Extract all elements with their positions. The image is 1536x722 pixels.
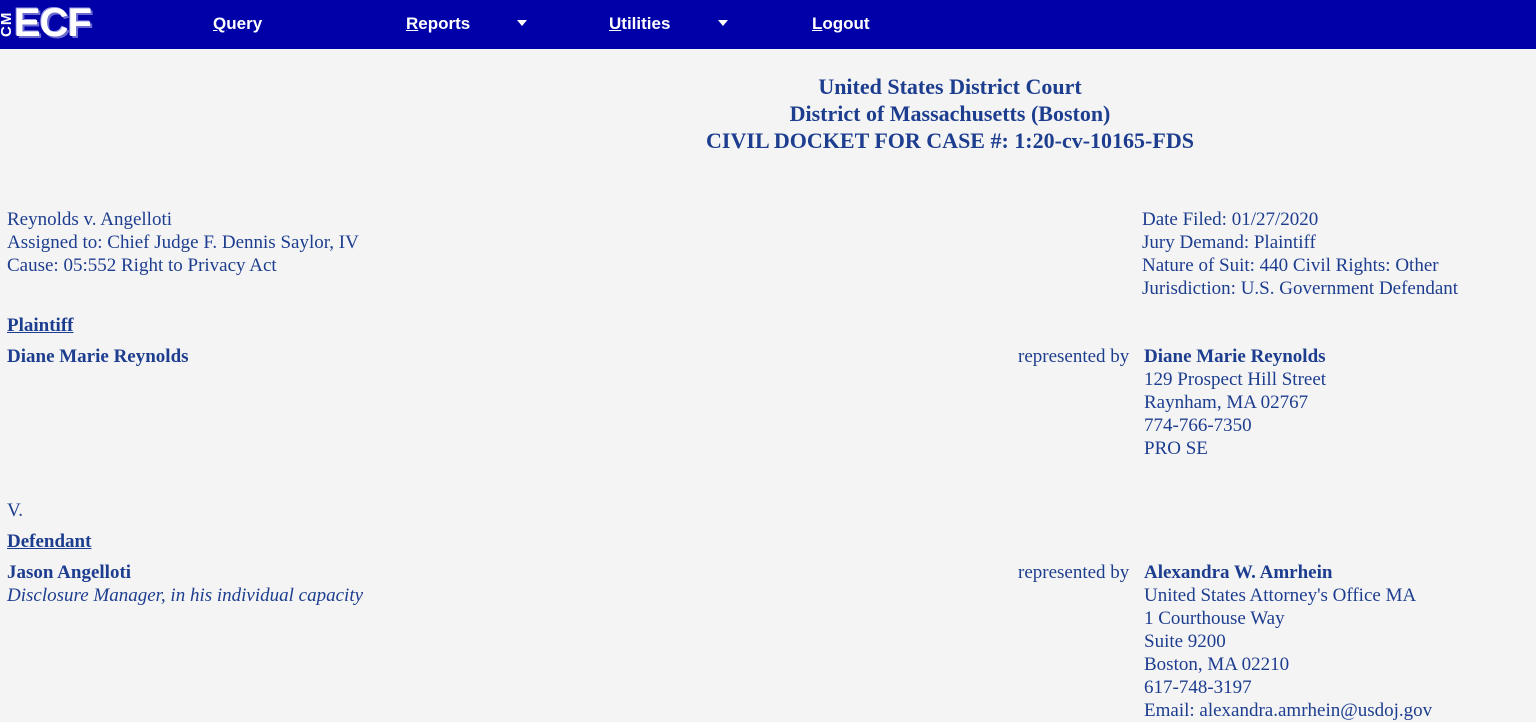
nav-reports-accesskey: R (406, 14, 419, 33)
plaintiff-name: Diane Marie Reynolds (7, 346, 189, 367)
defendant-counsel-office: United States Attorney's Office MA (1144, 585, 1417, 606)
case-cause: Cause: 05:552 Right to Privacy Act (7, 255, 277, 276)
defendant-counsel-phone: 617-748-3197 (1144, 677, 1252, 698)
nav-utilities[interactable]: Utilities (609, 13, 670, 35)
plaintiff-counsel-phone: 774-766-7350 (1144, 415, 1252, 436)
plaintiff-counsel-name: Diane Marie Reynolds (1144, 346, 1326, 367)
utilities-dropdown-caret-icon[interactable] (718, 20, 728, 26)
nav-query-label: uery (226, 14, 263, 33)
nav-utilities-accesskey: U (609, 14, 622, 33)
top-nav-bar: CM ECF Query Reports Utilities Logout (0, 0, 1536, 49)
nav-logout-label: ogout (822, 14, 870, 33)
defendant-represented-by: represented by (1018, 562, 1130, 583)
defendant-counsel-suite: Suite 9200 (1144, 631, 1226, 652)
date-filed: Date Filed: 01/27/2020 (1142, 209, 1319, 230)
plaintiff-heading: Plaintiff (7, 315, 74, 336)
defendant-name: Jason Angelloti (7, 562, 132, 583)
logo-ecf-text: ECF (14, 1, 92, 45)
defendant-counsel-city: Boston, MA 02210 (1144, 654, 1290, 675)
reports-dropdown-caret-icon[interactable] (517, 20, 527, 26)
docket-title: CIVIL DOCKET FOR CASE #: 1:20-cv-10165-F… (706, 128, 1194, 153)
court-header: United States District Court District of… (600, 73, 1300, 154)
nav-utilities-label: tilities (621, 14, 671, 33)
district-name: District of Massachusetts (Boston) (789, 101, 1111, 126)
versus-label: V. (7, 500, 24, 521)
case-title: Reynolds v. Angelloti (7, 209, 173, 230)
defendant-counsel-email: Email: alexandra.amrhein@usdoj.gov (1144, 700, 1433, 721)
plaintiff-counsel-status: PRO SE (1144, 438, 1208, 459)
jury-demand: Jury Demand: Plaintiff (1142, 232, 1316, 253)
defendant-heading: Defendant (7, 531, 92, 552)
plaintiff-counsel-address1: 129 Prospect Hill Street (1144, 369, 1327, 390)
nav-reports[interactable]: Reports (406, 13, 470, 35)
assigned-judge: Assigned to: Chief Judge F. Dennis Saylo… (7, 232, 359, 253)
jurisdiction: Jurisdiction: U.S. Government Defendant (1142, 278, 1459, 299)
defendant-counsel-name: Alexandra W. Amrhein (1144, 562, 1333, 583)
plaintiff-counsel-address2: Raynham, MA 02767 (1144, 392, 1309, 413)
nav-logout[interactable]: Logout (812, 13, 870, 35)
nav-reports-label: eports (418, 14, 471, 33)
nav-query[interactable]: Query (213, 13, 262, 35)
nav-logout-accesskey: L (812, 14, 823, 33)
court-name: United States District Court (818, 74, 1082, 99)
defendant-role: Disclosure Manager, in his individual ca… (7, 585, 364, 606)
defendant-counsel-address1: 1 Courthouse Way (1144, 608, 1285, 629)
logo-cm-text: CM (0, 11, 15, 37)
cmecf-logo[interactable]: CM ECF (0, 0, 118, 49)
nav-query-accesskey: Q (213, 14, 227, 33)
nature-of-suit: Nature of Suit: 440 Civil Rights: Other (1142, 255, 1439, 276)
plaintiff-represented-by: represented by (1018, 346, 1130, 367)
